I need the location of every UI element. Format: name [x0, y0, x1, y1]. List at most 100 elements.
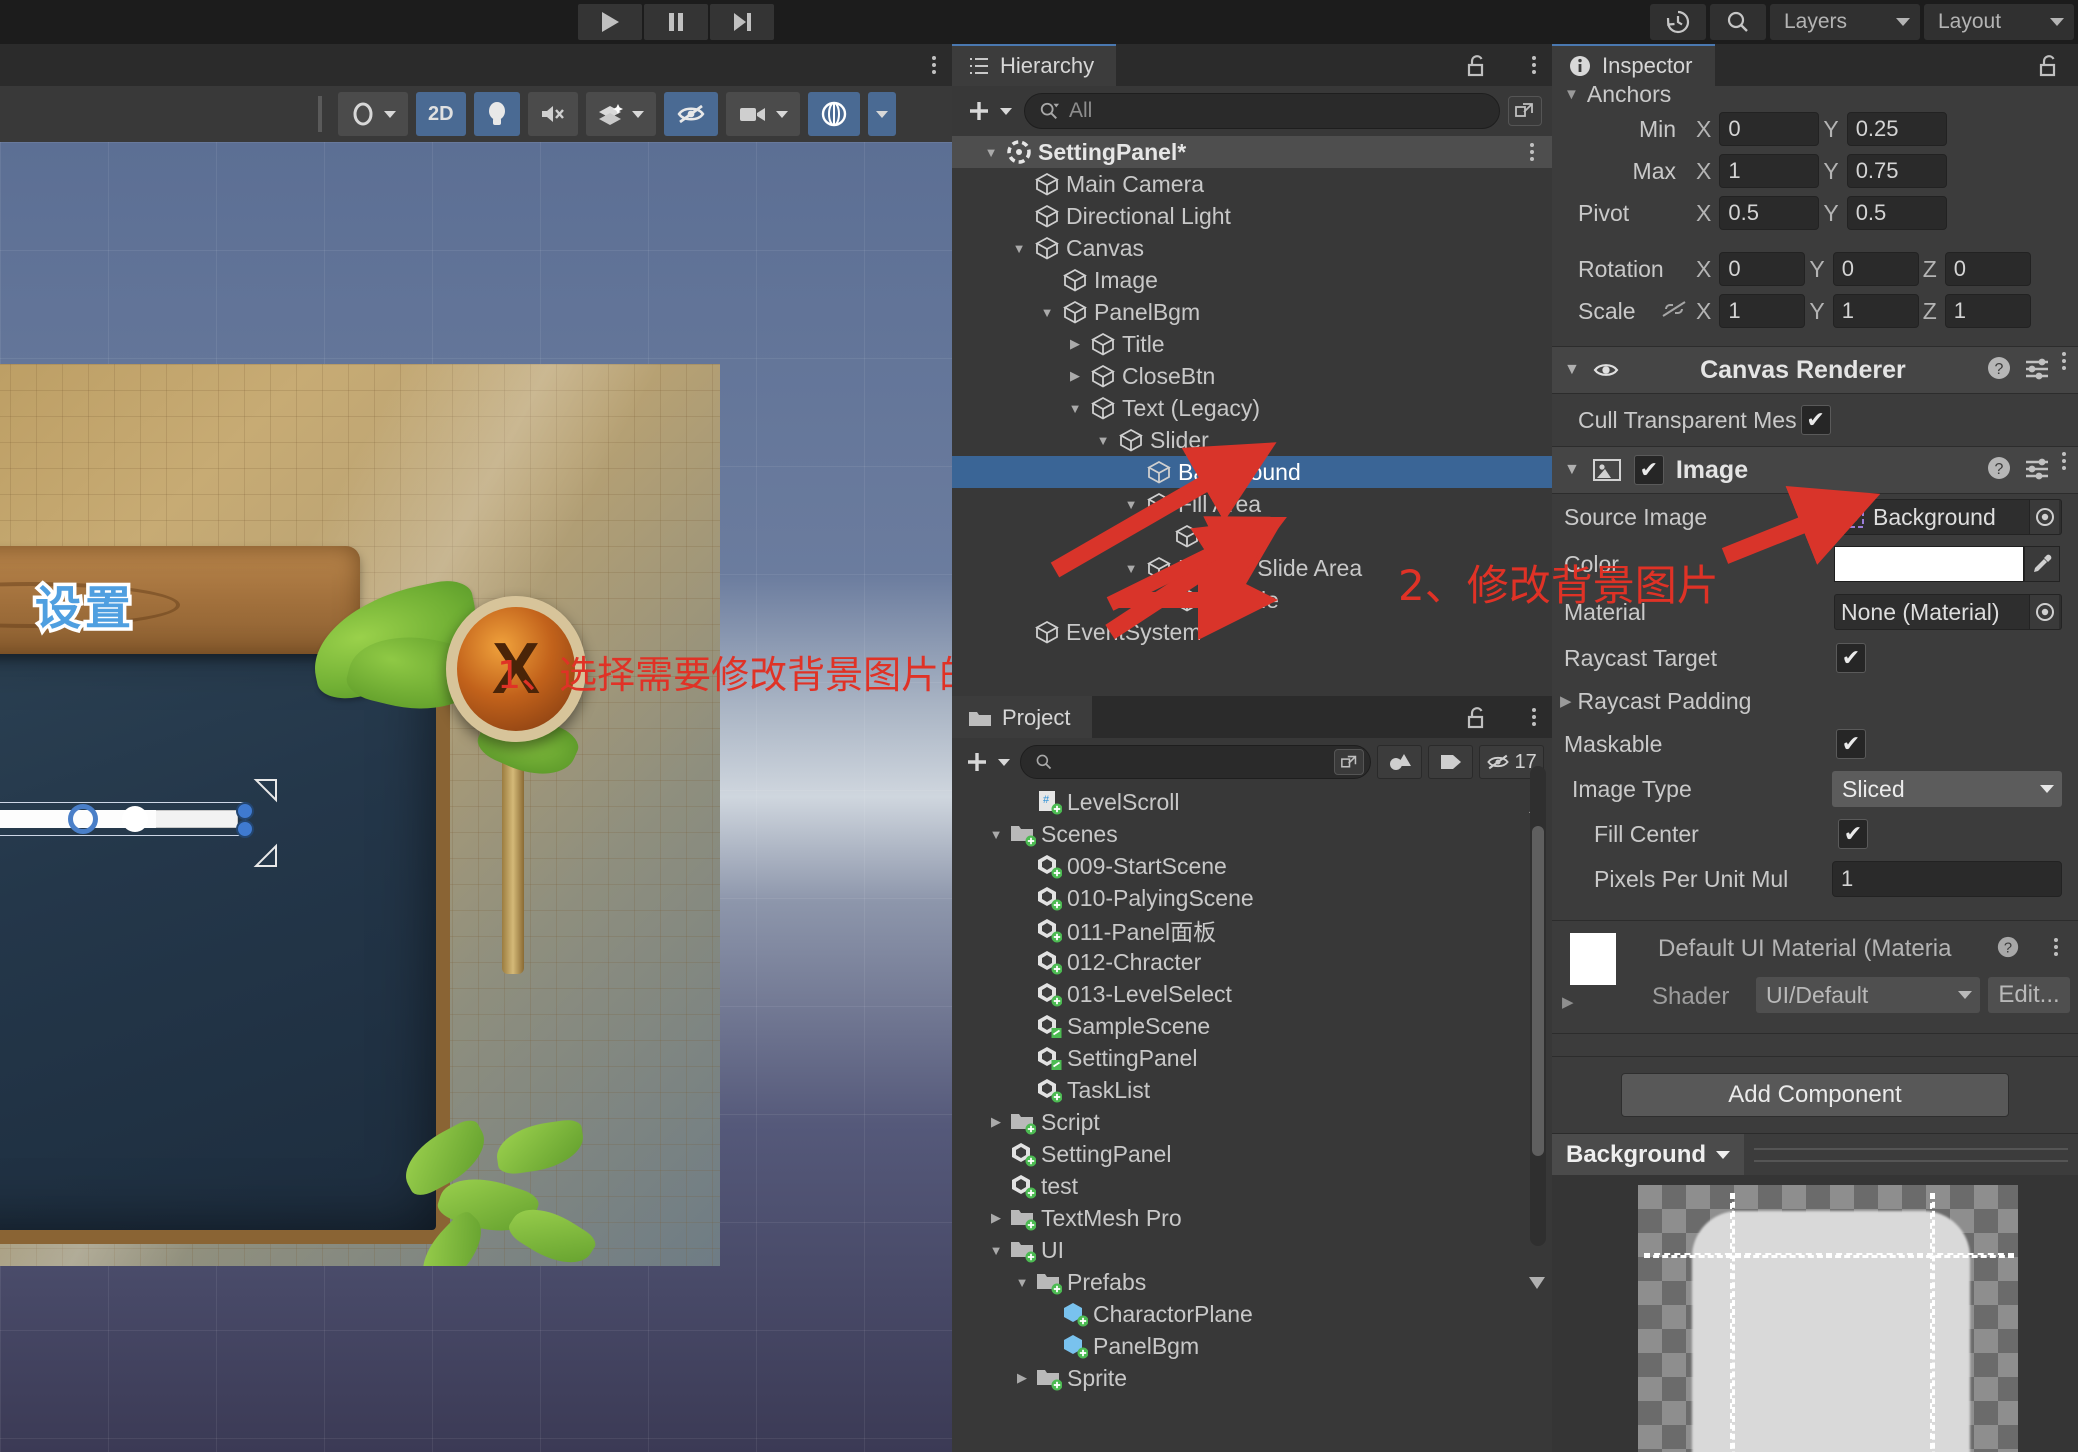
hierarchy-item[interactable]: ▼ Handle Slide Area: [952, 552, 1552, 584]
chevron-down-icon[interactable]: ▼: [1122, 497, 1140, 512]
scale-z-field[interactable]: 1: [1944, 294, 2031, 328]
canvas-renderer-header[interactable]: ▼ Canvas Renderer ?: [1552, 346, 2078, 394]
chevron-right-icon[interactable]: ▶: [1013, 1370, 1031, 1386]
pivot-x-field[interactable]: 0.5: [1719, 196, 1820, 230]
hierarchy-item[interactable]: ▼ Slider: [952, 424, 1552, 456]
chevron-down-icon[interactable]: ▼: [987, 1243, 1005, 1258]
create-asset-button[interactable]: [960, 749, 1014, 775]
filter-by-label-button[interactable]: [1428, 745, 1474, 779]
rotation-x-field[interactable]: 0: [1719, 252, 1806, 286]
hierarchy-item[interactable]: ▼ PanelBgm: [952, 296, 1552, 328]
hierarchy-popout-button[interactable]: [1508, 96, 1542, 126]
material-menu-icon[interactable]: [2054, 938, 2058, 956]
history-icon[interactable]: [1650, 4, 1706, 40]
hierarchy-item[interactable]: ▼ Canvas: [952, 232, 1552, 264]
project-scrollbar-thumb[interactable]: [1532, 826, 1544, 1156]
close-button[interactable]: X: [446, 596, 586, 742]
lock-icon[interactable]: [2038, 54, 2060, 83]
project-tree[interactable]: ▶#LevelScroll▼Scenes▶009-StartScene▶010-…: [952, 786, 1552, 1396]
anchor-min-y-field[interactable]: 0.25: [1846, 112, 1947, 146]
project-item[interactable]: ▶SampleScene: [952, 1010, 1552, 1042]
scene-view[interactable]: 设置 X 声音: [0, 142, 952, 1452]
raycast-padding-row[interactable]: ▶ Raycast Padding: [1552, 680, 2078, 722]
tab-hierarchy[interactable]: Hierarchy: [952, 44, 1117, 86]
shader-edit-button[interactable]: Edit...: [1988, 977, 2070, 1013]
color-swatch[interactable]: [1834, 546, 2024, 582]
project-item[interactable]: ▼ Prefabs: [952, 1266, 1552, 1298]
gizmos-icon[interactable]: [807, 92, 860, 136]
pause-button[interactable]: [644, 4, 708, 40]
hierarchy-item[interactable]: ▶Directional Light: [952, 200, 1552, 232]
presets-icon[interactable]: [2024, 456, 2050, 485]
chevron-down-icon[interactable]: ▼: [987, 827, 1005, 842]
object-picker-icon[interactable]: [2029, 500, 2059, 534]
hierarchy-tree[interactable]: ▼SettingPanel*▶Main Camera▶Directional L…: [952, 136, 1552, 696]
hierarchy-item[interactable]: ▼ SettingPanel*: [952, 136, 1552, 168]
preview-tab[interactable]: Background: [1552, 1133, 1745, 1176]
presets-icon[interactable]: [2024, 356, 2050, 385]
shader-dropdown[interactable]: UI/Default: [1756, 977, 1980, 1013]
hierarchy-search-input[interactable]: [1069, 99, 1491, 123]
component-menu-icon[interactable]: [2062, 452, 2066, 470]
chevron-down-icon[interactable]: ▼: [1010, 241, 1028, 256]
search-icon[interactable]: [1710, 4, 1766, 40]
hierarchy-item[interactable]: ▶Fill: [952, 520, 1552, 552]
hierarchy-item[interactable]: ▶ CloseBtn: [952, 360, 1552, 392]
pixels-per-unit-field[interactable]: 1: [1832, 861, 2062, 897]
project-scrollbar[interactable]: [1530, 766, 1546, 1246]
project-item[interactable]: ▼ UI: [952, 1234, 1552, 1266]
add-gameobject-button[interactable]: [962, 98, 1016, 124]
hierarchy-item[interactable]: ▶Main Camera: [952, 168, 1552, 200]
hierarchy-item[interactable]: ▼ Fill Area: [952, 488, 1552, 520]
project-item[interactable]: ▶CharactorPlane: [952, 1298, 1552, 1330]
anchor-max-x-field[interactable]: 1: [1719, 154, 1820, 188]
chevron-down-icon[interactable]: ▼: [1038, 305, 1056, 320]
chevron-right-icon[interactable]: ▶: [1562, 993, 1574, 1011]
scale-y-field[interactable]: 1: [1832, 294, 1919, 328]
image-enabled-checkbox[interactable]: [1633, 455, 1664, 485]
chevron-down-icon[interactable]: ▼: [1122, 561, 1140, 576]
maskable-checkbox[interactable]: [1836, 729, 1866, 759]
component-menu-icon[interactable]: [2062, 352, 2066, 370]
project-item[interactable]: ▶SettingPanel: [952, 1042, 1552, 1074]
chevron-right-icon[interactable]: ▶: [1066, 336, 1084, 352]
material-field[interactable]: None (Material): [1834, 594, 2062, 630]
hierarchy-item[interactable]: ▶ Title: [952, 328, 1552, 360]
help-icon[interactable]: ?: [1986, 355, 2012, 386]
hierarchy-search-box[interactable]: [1024, 93, 1500, 129]
project-search-input[interactable]: [1061, 750, 1326, 774]
scene-menu-icon[interactable]: [932, 56, 936, 74]
project-item[interactable]: ▶#LevelScroll: [952, 786, 1552, 818]
project-item[interactable]: ▶012-Chracter: [952, 946, 1552, 978]
pivot-y-field[interactable]: 0.5: [1846, 196, 1947, 230]
project-item[interactable]: ▶SettingPanel: [952, 1138, 1552, 1170]
lock-icon[interactable]: [1466, 54, 1488, 83]
play-button[interactable]: [578, 4, 642, 40]
object-picker-icon[interactable]: [2029, 595, 2059, 629]
tab-inspector[interactable]: Inspector: [1552, 44, 1715, 86]
hierarchy-item-selected[interactable]: ▶Background: [952, 456, 1552, 488]
raycast-target-checkbox[interactable]: [1836, 643, 1866, 673]
project-item[interactable]: ▼ Scenes: [952, 818, 1552, 850]
lock-icon[interactable]: [1466, 706, 1488, 735]
hierarchy-item[interactable]: ▼ Text (Legacy): [952, 392, 1552, 424]
camera-icon[interactable]: [725, 92, 800, 136]
layout-dropdown[interactable]: Layout: [1924, 4, 2074, 40]
chevron-right-icon[interactable]: ▶: [1066, 368, 1084, 384]
rotation-y-field[interactable]: 0: [1832, 252, 1919, 286]
project-item[interactable]: ▶009-StartScene: [952, 850, 1552, 882]
fill-center-checkbox[interactable]: [1838, 819, 1868, 849]
help-icon[interactable]: ?: [1986, 455, 2012, 486]
chevron-down-icon[interactable]: ▼: [1094, 433, 1112, 448]
project-item[interactable]: ▶test: [952, 1170, 1552, 1202]
project-item[interactable]: ▶Packages: [952, 1394, 1552, 1396]
hierarchy-item[interactable]: ▶Handle: [952, 584, 1552, 616]
eyedropper-icon[interactable]: [2024, 546, 2060, 582]
image-type-dropdown[interactable]: Sliced: [1832, 771, 2062, 807]
anchor-min-x-field[interactable]: 0: [1719, 112, 1820, 146]
effects-icon[interactable]: [585, 92, 656, 136]
project-item[interactable]: ▶TaskList: [952, 1074, 1552, 1106]
audio-icon[interactable]: [527, 92, 578, 136]
chevron-down-icon[interactable]: ▼: [1013, 1275, 1031, 1290]
scene-context-menu-icon[interactable]: [1530, 143, 1534, 161]
